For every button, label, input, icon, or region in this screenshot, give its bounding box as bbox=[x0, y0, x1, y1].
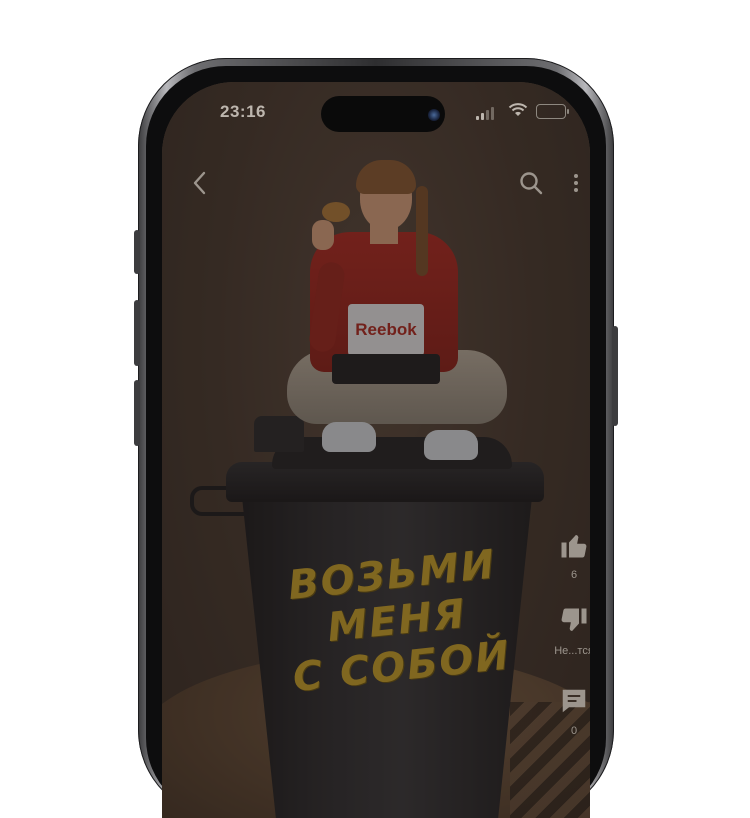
volume-up-button bbox=[134, 300, 140, 366]
like-button[interactable]: 6 bbox=[548, 530, 590, 581]
dynamic-island bbox=[321, 96, 445, 132]
camera-icon bbox=[428, 109, 440, 121]
action-button bbox=[134, 230, 140, 274]
volume-down-button bbox=[134, 380, 140, 446]
phone-frame: ВОЗЬМИ МЕНЯ С СОБОЙ Reebok 23:16 6 Не...… bbox=[134, 58, 618, 818]
wifi-icon bbox=[508, 103, 528, 116]
comment-count: 0 bbox=[570, 725, 578, 737]
more-vertical-icon[interactable] bbox=[570, 170, 582, 196]
thumbs-down-icon bbox=[561, 608, 587, 631]
search-icon[interactable] bbox=[518, 170, 544, 196]
power-button bbox=[612, 326, 618, 426]
like-count: 6 bbox=[570, 569, 578, 581]
signal-icon bbox=[476, 106, 498, 120]
chevron-left-icon[interactable] bbox=[190, 170, 210, 196]
comment-icon bbox=[562, 689, 586, 713]
bezel: ВОЗЬМИ МЕНЯ С СОБОЙ Reebok 23:16 6 Не...… bbox=[146, 66, 606, 818]
battery-icon bbox=[536, 104, 569, 119]
status-time: 23:16 bbox=[220, 102, 266, 121]
comment-button[interactable]: 0 bbox=[548, 686, 590, 737]
thumbs-up-icon bbox=[561, 535, 587, 558]
dislike-button[interactable]: Не...тся bbox=[548, 606, 590, 657]
dislike-label: Не...тся bbox=[554, 645, 590, 657]
screen: ВОЗЬМИ МЕНЯ С СОБОЙ Reebok 23:16 6 Не...… bbox=[162, 82, 590, 818]
status-bar: 23:16 bbox=[162, 82, 590, 138]
